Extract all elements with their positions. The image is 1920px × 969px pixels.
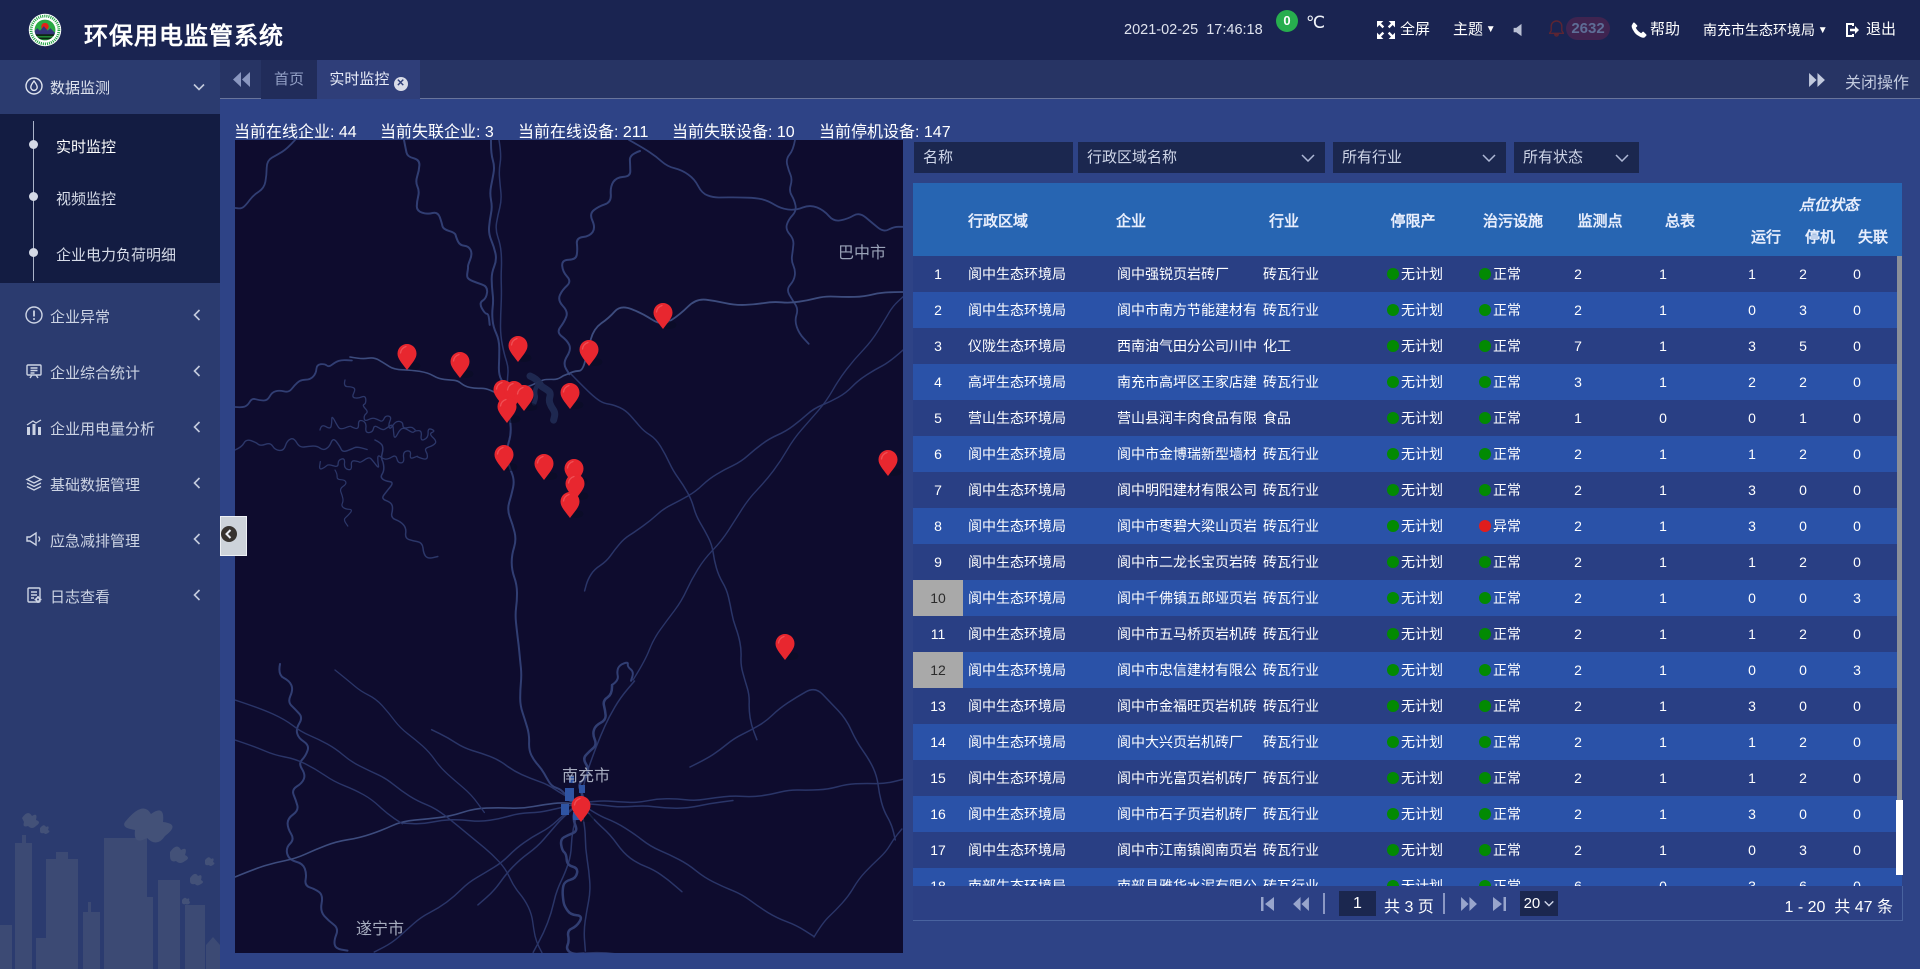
svg-text:遂宁市: 遂宁市 bbox=[356, 920, 404, 938]
svg-text:巴中市: 巴中市 bbox=[838, 244, 886, 262]
svg-text:南充市: 南充市 bbox=[562, 767, 610, 785]
